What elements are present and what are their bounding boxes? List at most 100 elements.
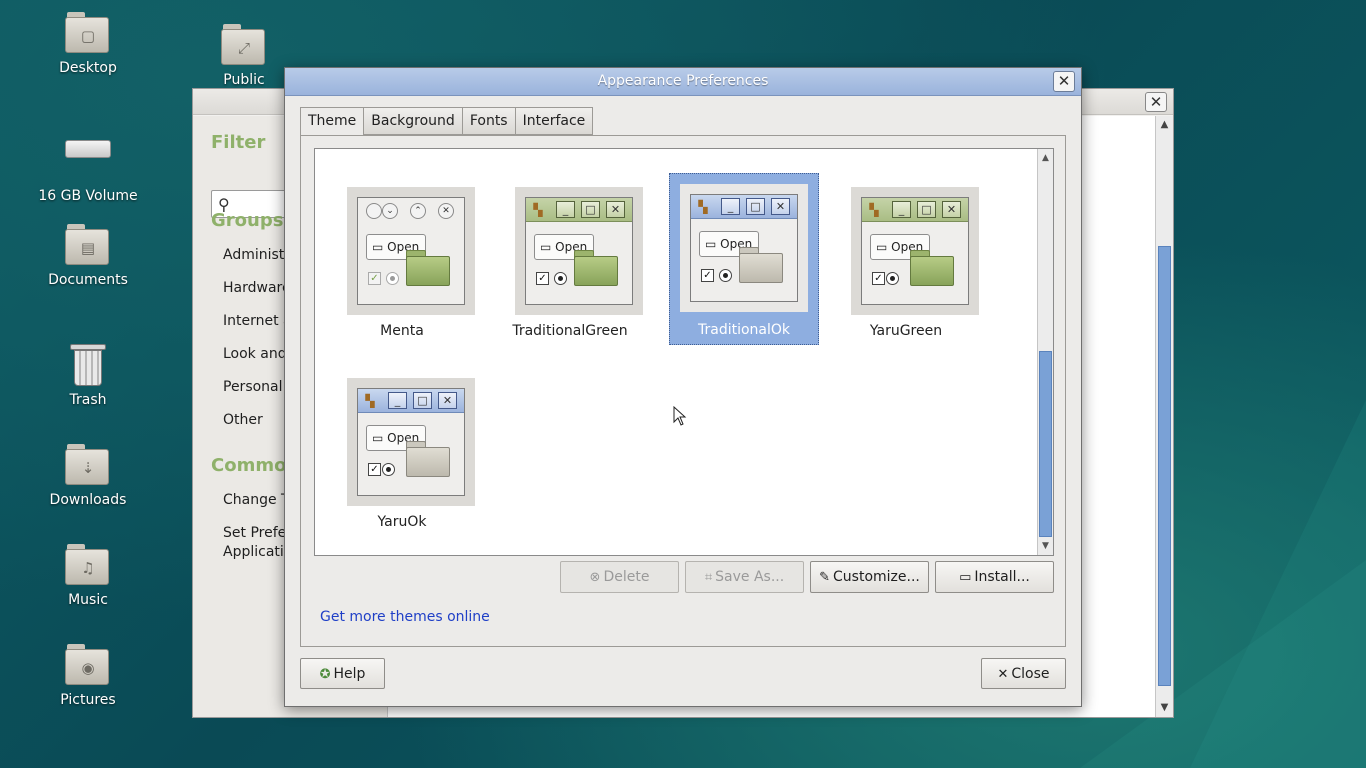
theme-preview: ⌄ ⌃ ✕ ▭ Open ✓ xyxy=(347,187,475,315)
theme-name: YaruOk xyxy=(377,514,427,530)
theme-preview: ▚ _ □ ✕ ▭ Open ✓ xyxy=(680,184,808,312)
common-item[interactable]: Set Prefe xyxy=(223,525,286,541)
theme-name: YaruGreen xyxy=(869,323,943,339)
tab-bar: Theme Background Fonts Interface xyxy=(300,107,594,136)
desktop-icon-label: Documents xyxy=(48,272,128,288)
folder-pictures-icon: ◉ xyxy=(65,644,111,686)
checkbox-icon: ✓ xyxy=(536,272,549,285)
scroll-up-icon[interactable]: ▲ xyxy=(1156,116,1173,134)
checkbox-icon: ✓ xyxy=(368,272,381,285)
radio-icon xyxy=(386,272,399,285)
scrollbar-thumb[interactable] xyxy=(1039,351,1052,537)
trash-icon xyxy=(65,344,111,386)
customize-button[interactable]: ✎ Customize... xyxy=(810,561,929,593)
theme-preview: ▚ _ □ ✕ ▭ Open ✓ xyxy=(851,187,979,315)
theme-list-scrollbar[interactable]: ▲ ▼ xyxy=(1037,149,1053,555)
palette-icon: ▚ xyxy=(869,203,879,217)
dialog-title: Appearance Preferences xyxy=(597,73,769,89)
scroll-down-icon[interactable]: ▼ xyxy=(1156,699,1173,717)
chevron-up-icon: ⌃ xyxy=(410,203,426,219)
desktop-icon-desktop[interactable]: ▢ Desktop xyxy=(33,12,143,76)
close-button[interactable]: ✕ Close xyxy=(981,658,1066,689)
edit-icon: ✎ xyxy=(819,570,831,585)
radio-icon xyxy=(382,463,395,476)
desktop-icon-pictures[interactable]: ◉ Pictures xyxy=(33,644,143,708)
radio-icon xyxy=(554,272,567,285)
desktop-icon-trash[interactable]: Trash xyxy=(33,344,143,408)
tab-background[interactable]: Background xyxy=(363,107,462,135)
close-icon[interactable]: ✕ xyxy=(1145,92,1167,112)
maximize-icon: □ xyxy=(413,392,432,409)
minimize-icon: _ xyxy=(388,392,407,409)
close-icon: ✕ xyxy=(438,203,454,219)
minimize-icon: _ xyxy=(721,198,740,215)
theme-name: TraditionalGreen xyxy=(512,323,628,339)
desktop-icon-label: Desktop xyxy=(59,60,117,76)
theme-name: TraditionalOk xyxy=(697,322,791,338)
close-icon[interactable]: ✕ xyxy=(1053,71,1075,92)
folder-public-icon: ⤢ xyxy=(221,24,267,66)
palette-icon: ▚ xyxy=(365,394,375,408)
tab-fonts[interactable]: Fonts xyxy=(461,107,515,135)
dialog-titlebar: Appearance Preferences ✕ xyxy=(285,68,1081,96)
desktop-icon-label: Public xyxy=(223,72,265,88)
theme-list: ⌄ ⌃ ✕ ▭ Open ✓ Menta ▚ _ □ ✕ ▭ Open ✓ Tr… xyxy=(314,148,1054,556)
theme-preview: ▚ _ □ ✕ ▭ Open ✓ xyxy=(347,378,475,506)
folder-downloads-icon: ⇣ xyxy=(65,444,111,486)
palette-icon: ▚ xyxy=(533,203,543,217)
theme-item-traditionalok[interactable]: ▚ _ □ ✕ ▭ Open ✓ TraditionalOk xyxy=(669,173,819,345)
desktop-icon-public[interactable]: ⤢ Public xyxy=(189,24,299,88)
content-scrollbar[interactable]: ▲ ▼ xyxy=(1155,116,1173,717)
theme-panel: ⌄ ⌃ ✕ ▭ Open ✓ Menta ▚ _ □ ✕ ▭ Open ✓ Tr… xyxy=(300,135,1066,647)
desktop-icon-documents[interactable]: ▤ Documents xyxy=(33,224,143,288)
desktop-icon-label: Pictures xyxy=(60,692,116,708)
close-icon: ✕ xyxy=(997,667,1009,682)
checkbox-icon: ✓ xyxy=(701,269,714,282)
close-icon: ✕ xyxy=(771,198,790,215)
desktop-icon-music[interactable]: ♫ Music xyxy=(33,544,143,608)
install-button[interactable]: ▭ Install... xyxy=(935,561,1054,593)
scroll-down-icon[interactable]: ▼ xyxy=(1038,537,1053,555)
close-icon: ✕ xyxy=(606,201,625,218)
folder-desktop-icon: ▢ xyxy=(65,12,111,54)
theme-name: Menta xyxy=(380,323,424,339)
help-button[interactable]: ✪ Help xyxy=(300,658,385,689)
theme-item-yarugreen[interactable]: ▚ _ □ ✕ ▭ Open ✓ YaruGreen xyxy=(831,175,981,347)
theme-item-menta[interactable]: ⌄ ⌃ ✕ ▭ Open ✓ Menta xyxy=(327,175,477,347)
scroll-up-icon[interactable]: ▲ xyxy=(1038,149,1053,167)
theme-item-traditionalgreen[interactable]: ▚ _ □ ✕ ▭ Open ✓ TraditionalGreen xyxy=(495,175,645,347)
close-icon: ✕ xyxy=(438,392,457,409)
maximize-icon: □ xyxy=(746,198,765,215)
tab-theme[interactable]: Theme xyxy=(300,107,364,136)
minimize-icon xyxy=(366,203,382,219)
group-item[interactable]: Personal xyxy=(223,379,283,395)
save-icon: ⌗ xyxy=(704,570,713,585)
appearance-preferences-dialog: Appearance Preferences ✕ Theme Backgroun… xyxy=(284,67,1082,707)
get-more-themes-link[interactable]: Get more themes online xyxy=(320,609,490,625)
mouse-pointer-icon xyxy=(673,406,687,426)
close-icon: ✕ xyxy=(942,201,961,218)
maximize-icon: □ xyxy=(917,201,936,218)
scrollbar-thumb[interactable] xyxy=(1158,246,1171,686)
group-item[interactable]: Administr xyxy=(223,247,290,263)
group-item[interactable]: Other xyxy=(223,412,263,428)
save-as-button[interactable]: ⌗ Save As... xyxy=(685,561,804,593)
folder-music-icon: ♫ xyxy=(65,544,111,586)
minimize-icon: _ xyxy=(556,201,575,218)
desktop-icon-volume[interactable]: 16 GB Volume xyxy=(33,128,143,204)
theme-item-yaruok[interactable]: ▚ _ □ ✕ ▭ Open ✓ YaruOk xyxy=(327,366,477,538)
checkbox-icon: ✓ xyxy=(872,272,885,285)
desktop-icon-downloads[interactable]: ⇣ Downloads xyxy=(33,444,143,508)
common-item[interactable]: Change T xyxy=(223,492,290,508)
group-item[interactable]: Hardware xyxy=(223,280,291,296)
groups-heading: Groups xyxy=(211,210,284,231)
help-icon: ✪ xyxy=(319,667,331,682)
tab-interface[interactable]: Interface xyxy=(514,107,594,135)
palette-icon: ▚ xyxy=(698,200,708,214)
group-item[interactable]: Look and xyxy=(223,346,287,362)
common-item[interactable]: Applicatio xyxy=(223,544,292,560)
delete-button[interactable]: ⊗ Delete xyxy=(560,561,679,593)
desktop-icon-label: 16 GB Volume xyxy=(38,188,138,204)
checkbox-icon: ✓ xyxy=(368,463,381,476)
group-item[interactable]: Internet a xyxy=(223,313,292,329)
